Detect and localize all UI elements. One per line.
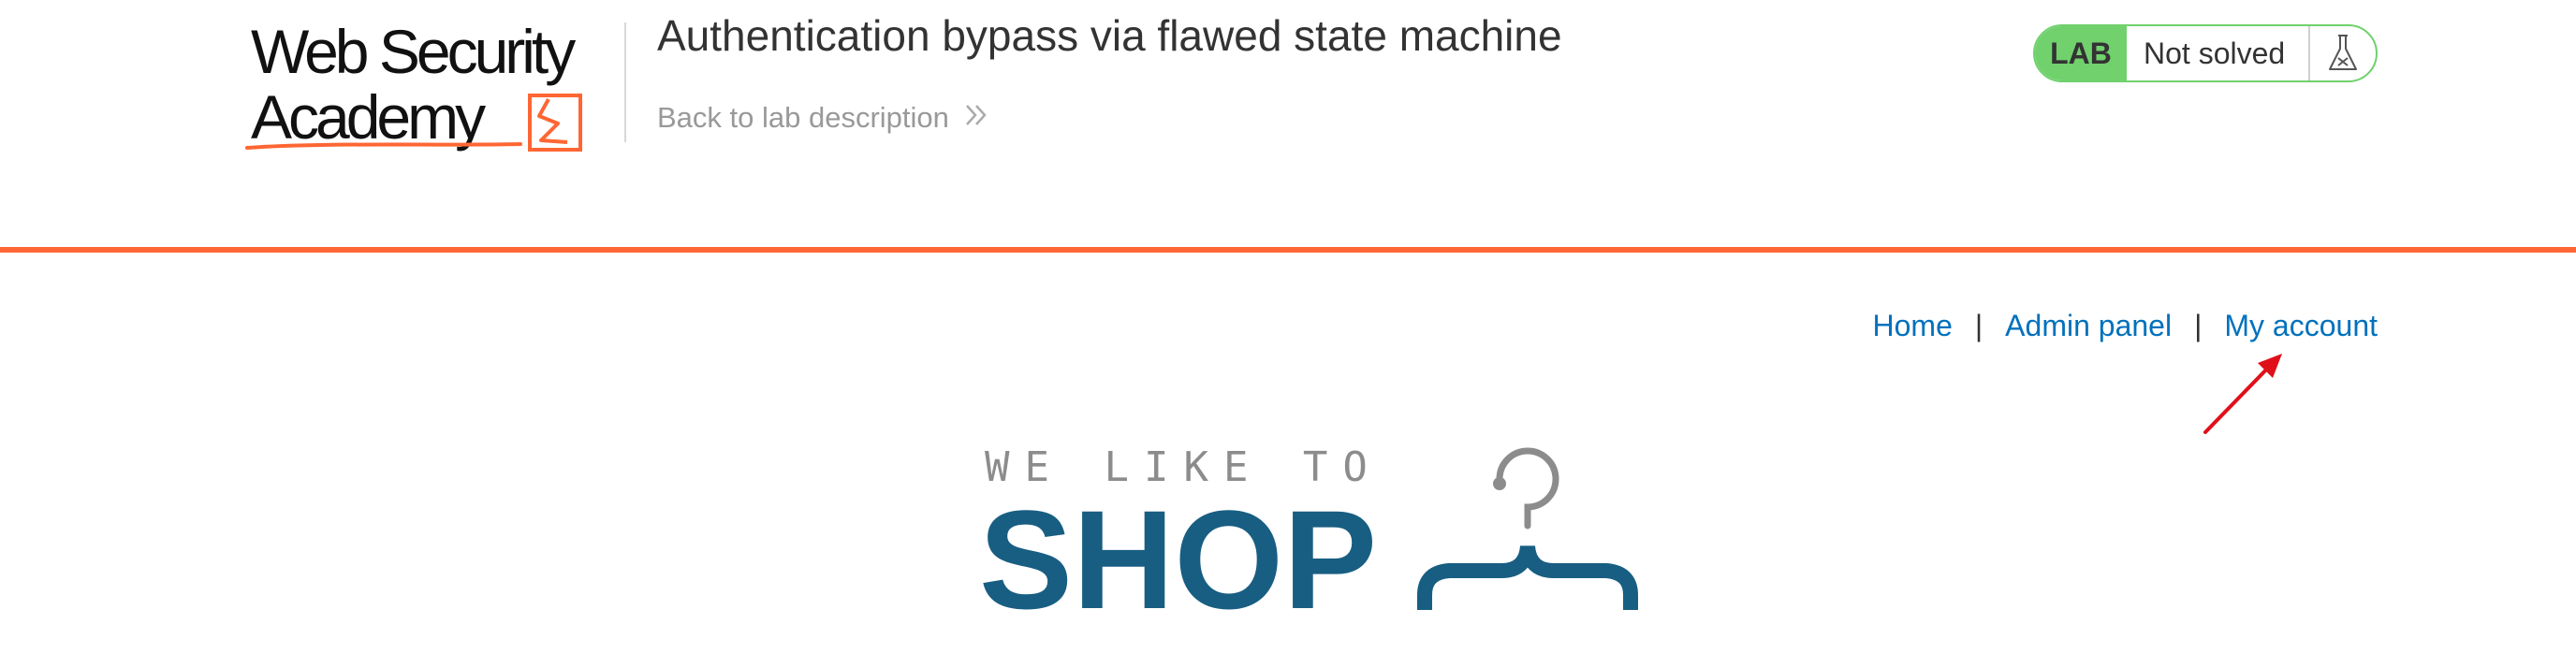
hanger-icon xyxy=(1417,447,1638,610)
logo-line2: Academy xyxy=(251,82,486,152)
header-rule xyxy=(0,247,2576,253)
nav-separator: | xyxy=(1974,309,1983,342)
lab-header: Web Security Academy Authentication bypa… xyxy=(0,0,2576,250)
nav-home-link[interactable]: Home xyxy=(1873,309,1953,343)
lab-title: Authentication bypass via flawed state m… xyxy=(657,11,1562,60)
shop-logo: WE LIKE TO SHOP xyxy=(973,440,1647,638)
back-link-label: Back to lab description xyxy=(657,101,949,134)
nav-admin-panel-link[interactable]: Admin panel xyxy=(2005,309,2172,343)
lab-status-text: Not solved xyxy=(2144,36,2286,70)
double-chevron-right-icon xyxy=(964,99,988,137)
top-nav: Home | Admin panel | My account xyxy=(1873,309,2378,343)
back-to-lab-description-link[interactable]: Back to lab description xyxy=(657,99,988,137)
header-divider xyxy=(624,22,626,142)
logo-line1: Web Security xyxy=(251,19,576,86)
web-security-academy-logo[interactable]: Web Security Academy xyxy=(240,19,625,159)
shop-word: SHOP xyxy=(979,481,1377,617)
lab-status-widget: LAB Not solved xyxy=(2033,24,2378,82)
red-arrow-icon xyxy=(2190,346,2293,444)
lab-badge: LAB xyxy=(2035,26,2127,80)
nav-my-account-link[interactable]: My account xyxy=(2224,309,2378,343)
nav-separator: | xyxy=(2194,309,2203,342)
flask-icon xyxy=(2308,26,2376,80)
